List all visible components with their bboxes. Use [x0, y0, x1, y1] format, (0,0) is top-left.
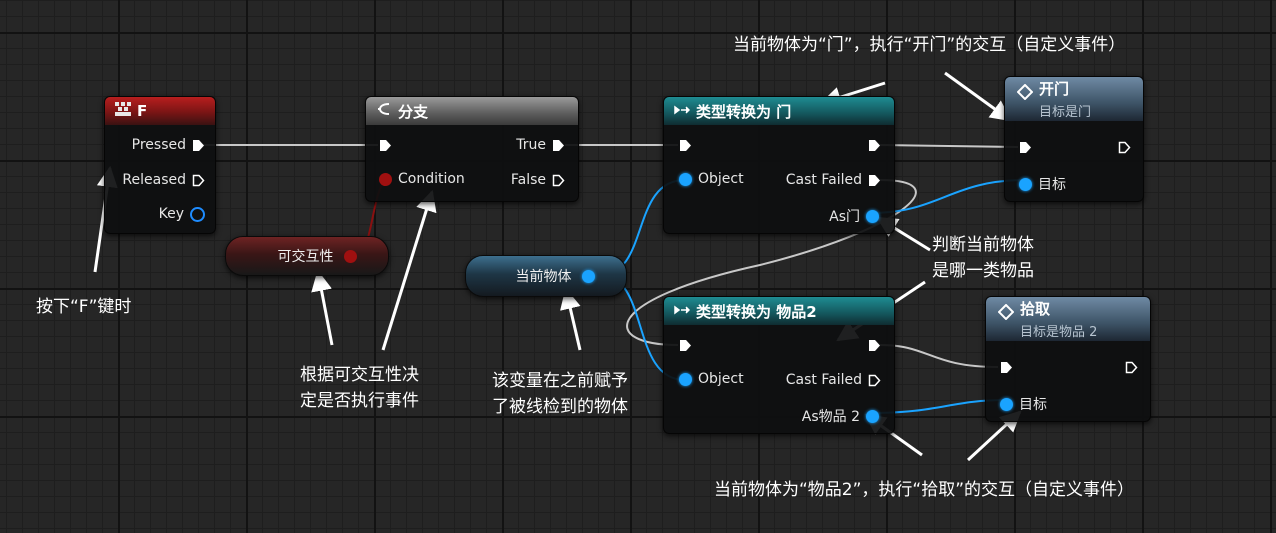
key-f-event-node[interactable]: F Pressed Released Key — [104, 96, 216, 234]
wire-cast-item-to-pickup — [879, 344, 999, 368]
pin-key-label: Key — [158, 206, 184, 222]
bool-pin-icon[interactable] — [379, 172, 392, 186]
arrow-to-condition — [381, 189, 437, 351]
exec-pin-empty-icon[interactable] — [868, 374, 881, 387]
branch-icon — [376, 101, 392, 121]
pin-released[interactable]: Released — [122, 172, 205, 188]
pin-object-item[interactable]: Object — [679, 371, 744, 387]
pin-target-item[interactable]: 目标 — [1000, 394, 1047, 414]
note-item-event: 当前物体为“物品2”，执行“拾取”的交互（自定义事件） — [714, 480, 1135, 500]
note-press-f: 按下“F”键时 — [36, 297, 132, 317]
pin-cast-failed-label: Cast Failed — [785, 172, 862, 188]
cast-item-node-header[interactable]: 类型转换为 物品2 — [664, 297, 894, 325]
keyboard-icon — [115, 102, 131, 120]
key-f-node-header[interactable]: F — [105, 97, 215, 125]
object-pin-icon[interactable] — [679, 372, 692, 386]
exec-in-pin-icon[interactable] — [1019, 141, 1032, 154]
exec-in-pin-icon[interactable] — [679, 339, 692, 352]
exec-in-pin-icon[interactable] — [379, 139, 392, 152]
pin-as-door-label: As门 — [829, 209, 860, 225]
pin-cast-failed-door[interactable]: Cast Failed — [786, 172, 881, 188]
branch-node-title: 分支 — [398, 102, 429, 121]
pin-target-label: 目标 — [1019, 397, 1047, 413]
open-door-node-header[interactable]: 开门 目标是门 — [1005, 77, 1143, 121]
pin-as-item-label: As物品 2 — [801, 409, 860, 425]
pin-target-door[interactable]: 目标 — [1019, 174, 1066, 194]
key-f-node-title: F — [137, 102, 148, 120]
pin-true[interactable]: True — [516, 137, 565, 153]
note-branch-2: 定是否执行事件 — [300, 391, 419, 411]
pin-false[interactable]: False — [511, 172, 565, 188]
pin-key[interactable]: Key — [159, 206, 205, 222]
exec-in-pin-icon[interactable] — [1000, 361, 1013, 374]
pin-as-item[interactable]: As物品 2 — [802, 406, 879, 426]
exec-pin-empty-icon[interactable] — [552, 174, 565, 187]
var-interactable-label: 可交互性 — [277, 249, 334, 265]
object-pin-icon[interactable] — [679, 172, 692, 186]
pin-as-door[interactable]: As门 — [829, 206, 879, 226]
exec-in-pin-icon[interactable] — [679, 139, 692, 152]
exec-pin-filled-icon[interactable] — [868, 174, 881, 187]
pin-released-label: Released — [122, 172, 186, 188]
exec-out-pin-icon[interactable] — [868, 339, 881, 352]
function-diamond-icon — [1016, 83, 1034, 104]
object-pin-icon[interactable] — [581, 269, 595, 283]
object-pin-icon[interactable] — [1019, 177, 1032, 191]
wire-cast-door-to-open — [879, 144, 1019, 148]
cast-arrow-icon — [674, 102, 691, 120]
pin-condition-label: Condition — [398, 171, 465, 187]
arrow-to-var-current — [560, 287, 582, 351]
cast-to-door-node[interactable]: 类型转换为 门 Object Cast Failed As门 — [663, 96, 895, 234]
pin-false-label: False — [510, 172, 546, 188]
cast-door-node-header[interactable]: 类型转换为 门 — [664, 97, 894, 125]
open-door-node-subtitle: 目标是门 — [1039, 105, 1092, 120]
note-branch-1: 根据可交互性决 — [300, 365, 419, 385]
var-interactable-node[interactable]: 可交互性 — [225, 236, 389, 276]
cast-item-node-title: 类型转换为 物品2 — [696, 302, 817, 321]
object-pin-icon[interactable] — [866, 409, 879, 423]
var-current-object-label: 当前物体 — [515, 269, 572, 285]
pin-pressed[interactable]: Pressed — [132, 137, 205, 153]
exec-out-pin-icon[interactable] — [1118, 141, 1131, 154]
arrow-to-open-door — [944, 71, 1012, 122]
cast-arrow-icon — [674, 302, 691, 320]
exec-pin-empty-icon[interactable] — [192, 174, 205, 187]
cast-door-node-title: 类型转换为 门 — [696, 102, 792, 121]
object-pin-icon[interactable] — [866, 209, 879, 223]
pickup-node-title: 拾取 — [1020, 300, 1051, 318]
var-current-object-node[interactable]: 当前物体 — [465, 255, 627, 297]
pin-cast-failed-label: Cast Failed — [785, 372, 862, 388]
exec-pin-filled-icon[interactable] — [552, 139, 565, 152]
pickup-node-header[interactable]: 拾取 目标是物品 2 — [986, 297, 1150, 341]
pin-condition[interactable]: Condition — [379, 171, 465, 187]
pin-cast-failed-item[interactable]: Cast Failed — [786, 372, 881, 388]
pin-object-label: Object — [698, 371, 744, 387]
arrow-to-var-interact — [311, 269, 334, 346]
exec-out-pin-icon[interactable] — [868, 139, 881, 152]
pin-object-label: Object — [698, 171, 744, 187]
open-door-event-node[interactable]: 开门 目标是门 目标 — [1004, 76, 1144, 202]
note-judge-1: 判断当前物体 — [932, 235, 1034, 255]
bool-pin-icon[interactable] — [343, 249, 357, 263]
function-diamond-icon — [997, 303, 1015, 324]
open-door-node-title: 开门 — [1039, 80, 1070, 98]
pin-target-label: 目标 — [1038, 177, 1066, 193]
note-var-2: 了被线检到的物体 — [492, 397, 628, 417]
pin-object-door[interactable]: Object — [679, 171, 744, 187]
exec-pin-filled-icon[interactable] — [192, 139, 205, 152]
pickup-event-node[interactable]: 拾取 目标是物品 2 目标 — [985, 296, 1151, 422]
branch-node[interactable]: 分支 True Condition False — [365, 96, 579, 202]
note-judge-2: 是哪一类物品 — [932, 261, 1034, 281]
struct-pin-ring-icon[interactable] — [190, 206, 205, 222]
note-door-event: 当前物体为“门”，执行“开门”的交互（自定义事件） — [733, 35, 1126, 55]
note-var-1: 该变量在之前赋予 — [492, 371, 628, 391]
pin-true-label: True — [516, 137, 546, 153]
pickup-node-subtitle: 目标是物品 2 — [1020, 325, 1098, 340]
branch-node-header[interactable]: 分支 — [366, 97, 578, 125]
exec-out-pin-icon[interactable] — [1125, 361, 1138, 374]
pin-pressed-label: Pressed — [131, 137, 186, 153]
object-pin-icon[interactable] — [1000, 397, 1013, 411]
cast-to-item2-node[interactable]: 类型转换为 物品2 Object Cast Failed As物品 2 — [663, 296, 895, 434]
